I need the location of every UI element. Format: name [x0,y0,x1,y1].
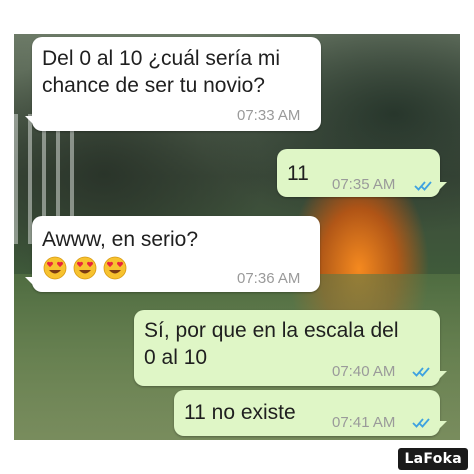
message-timestamp: 07:35 AM [332,176,396,193]
message-timestamp: 07:41 AM [332,414,396,431]
heart-eyes-emoji-icon [43,256,67,280]
double-check-icon [412,367,430,377]
message-text-line: Del 0 al 10 ¿cuál sería mi [42,47,281,70]
message-text-line: 11 [287,162,309,185]
message-bubble-outgoing[interactable]: 11 no existe 07:41 AM [174,390,447,436]
message-bubble-outgoing[interactable]: Sí, por que en la escala del 0 al 10 07:… [134,310,447,386]
message-timestamp: 07:40 AM [332,363,396,380]
message-bubble-outgoing[interactable]: 11 07:35 AM [277,149,447,197]
double-check-icon [414,181,432,191]
message-bubble-incoming[interactable]: Del 0 al 10 ¿cuál sería mi chance de ser… [25,37,321,131]
message-text-line: chance de ser tu novio? [42,74,265,97]
message-text-line: 0 al 10 [144,346,208,369]
double-check-icon [412,418,430,428]
message-text-line: 11 no existe [184,401,296,424]
heart-eyes-emoji-icon [103,256,127,280]
message-bubble-incoming[interactable]: Awww, en serio? 07:36 AM [25,216,320,292]
message-text-line: Awww, en serio? [42,228,199,251]
watermark-logo: LaFoka [398,448,468,470]
message-timestamp: 07:33 AM [237,107,301,124]
message-timestamp: 07:36 AM [237,270,301,287]
message-text-line: Sí, por que en la escala del [144,319,399,342]
heart-eyes-emoji-icon [73,256,97,280]
